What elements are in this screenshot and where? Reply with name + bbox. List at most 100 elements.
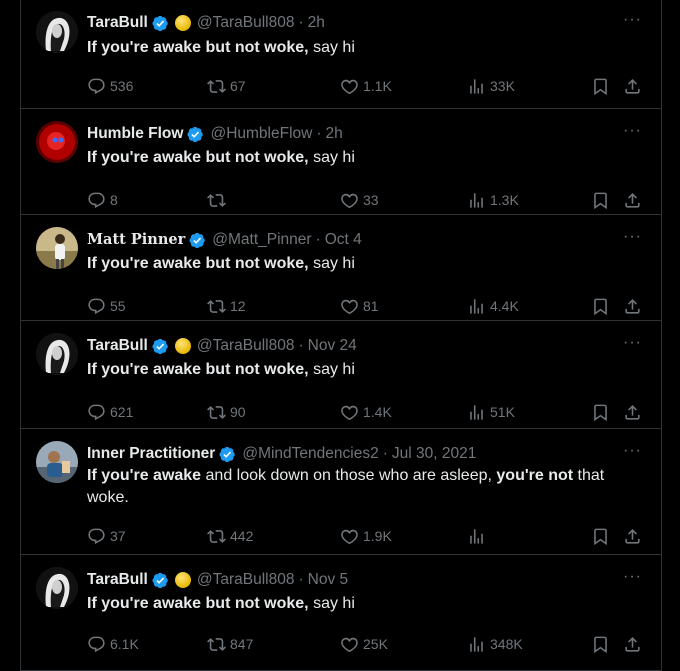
avatar[interactable] (36, 333, 78, 375)
timestamp[interactable]: 2h (308, 13, 325, 33)
bookmark-button[interactable] (591, 295, 610, 317)
more-icon[interactable]: ··· (623, 335, 641, 356)
timestamp[interactable]: Oct 4 (325, 230, 362, 250)
more-icon[interactable]: ··· (623, 229, 641, 250)
tweet[interactable]: Humble Flow @HumbleFlow · 2h ··· If you're aw… (21, 109, 661, 215)
reply-button[interactable]: 6.1K (87, 633, 139, 655)
views-button[interactable] (467, 525, 490, 547)
bookmark-button[interactable] (591, 525, 610, 547)
display-name[interactable]: TaraBull (87, 13, 148, 33)
share-button[interactable] (623, 633, 642, 655)
tweet[interactable]: TaraBull @TaraBull808 · Nov 5 ··· If you're a… (21, 555, 661, 671)
reply-button[interactable]: 536 (87, 75, 133, 97)
retweet-button[interactable]: 90 (207, 401, 246, 423)
timestamp[interactable]: Nov 5 (308, 570, 349, 590)
share-button[interactable] (623, 401, 642, 423)
separator-dot: · (382, 445, 388, 462)
retweet-button[interactable]: 442 (207, 525, 253, 547)
retweet-button[interactable] (207, 189, 230, 211)
avatar[interactable] (36, 11, 78, 53)
avatar[interactable] (36, 441, 78, 483)
share-icon (623, 635, 642, 654)
gold-circle-icon (174, 572, 191, 588)
tweet-text-plain: say hi (308, 39, 355, 56)
like-count: 1.4K (363, 404, 392, 420)
like-button[interactable]: 1.1K (340, 75, 392, 97)
retweet-count: 90 (230, 404, 246, 420)
more-icon[interactable]: ··· (623, 12, 641, 33)
view-count: 348K (490, 636, 523, 652)
retweet-button[interactable]: 67 (207, 75, 246, 97)
like-button[interactable]: 25K (340, 633, 388, 655)
timestamp[interactable]: Jul 30, 2021 (392, 444, 476, 464)
avatar[interactable] (36, 567, 78, 609)
views-button[interactable]: 348K (467, 633, 523, 655)
reply-count: 37 (110, 528, 126, 544)
tweet-header: Matt Pinner @Matt_Pinner · Oct 4 (87, 230, 362, 250)
more-icon[interactable]: ··· (623, 569, 641, 590)
like-button[interactable]: 1.9K (340, 525, 392, 547)
reply-icon (87, 77, 106, 96)
reply-button[interactable]: 55 (87, 295, 126, 317)
user-handle[interactable]: @TaraBull808 (197, 13, 295, 33)
like-button[interactable]: 81 (340, 295, 379, 317)
like-button[interactable]: 1.4K (340, 401, 392, 423)
bookmark-icon (591, 635, 610, 654)
like-icon (340, 297, 359, 316)
views-button[interactable]: 33K (467, 75, 515, 97)
views-icon (467, 77, 486, 96)
bookmark-button[interactable] (591, 189, 610, 211)
view-count: 4.4K (490, 298, 519, 314)
views-button[interactable]: 1.3K (467, 189, 519, 211)
timestamp[interactable]: Nov 24 (308, 336, 357, 356)
like-icon (340, 635, 359, 654)
share-button[interactable] (623, 75, 642, 97)
user-handle[interactable]: @HumbleFlow (210, 124, 312, 144)
bookmark-button[interactable] (591, 75, 610, 97)
display-name[interactable]: TaraBull (87, 570, 148, 590)
display-name[interactable]: Humble Flow (87, 124, 183, 144)
reply-button[interactable]: 621 (87, 401, 133, 423)
tweet[interactable]: Matt Pinner @Matt_Pinner · Oct 4 ··· If you'r… (21, 215, 661, 321)
display-name[interactable]: TaraBull (87, 336, 148, 356)
avatar[interactable] (36, 121, 78, 163)
timestamp[interactable]: 2h (326, 124, 343, 144)
tweet-header: TaraBull @TaraBull808 · 2h (87, 13, 325, 33)
user-handle[interactable]: @Matt_Pinner (212, 230, 311, 250)
views-button[interactable]: 4.4K (467, 295, 519, 317)
tweet[interactable]: TaraBull @TaraBull808 · Nov 24 ··· If you're … (21, 321, 661, 429)
more-icon[interactable]: ··· (623, 123, 641, 144)
avatar[interactable] (36, 227, 78, 269)
verified-badge-icon (152, 338, 169, 355)
tweet-feed: TaraBull @TaraBull808 · 2h ··· If you're awak… (20, 0, 662, 671)
tweet-header: Inner Practitioner @MindTendencies2 · Jul 3… (87, 444, 476, 464)
bookmark-button[interactable] (591, 633, 610, 655)
share-icon (623, 297, 642, 316)
reply-button[interactable]: 37 (87, 525, 126, 547)
user-handle[interactable]: @TaraBull808 (197, 336, 295, 356)
like-icon (340, 191, 359, 210)
user-handle[interactable]: @TaraBull808 (197, 570, 295, 590)
share-button[interactable] (623, 525, 642, 547)
retweet-button[interactable]: 12 (207, 295, 246, 317)
tweet[interactable]: Inner Practitioner @MindTendencies2 · Jul 3… (21, 429, 661, 555)
tweet-header: Humble Flow @HumbleFlow · 2h (87, 124, 343, 144)
like-count: 25K (363, 636, 388, 652)
views-button[interactable]: 51K (467, 401, 515, 423)
retweet-button[interactable]: 847 (207, 633, 253, 655)
reply-button[interactable]: 8 (87, 189, 118, 211)
user-handle[interactable]: @MindTendencies2 (242, 444, 378, 464)
bookmark-button[interactable] (591, 401, 610, 423)
display-name[interactable]: Matt Pinner (87, 230, 185, 250)
share-button[interactable] (623, 189, 642, 211)
bookmark-icon (591, 191, 610, 210)
tweet[interactable]: TaraBull @TaraBull808 · 2h ··· If you're awak… (21, 0, 661, 109)
verified-badge-icon (152, 15, 169, 32)
share-button[interactable] (623, 295, 642, 317)
display-name[interactable]: Inner Practitioner (87, 444, 215, 464)
like-button[interactable]: 33 (340, 189, 379, 211)
like-count: 81 (363, 298, 379, 314)
tweet-text-bold: If you're awake but not woke, (87, 361, 309, 378)
tweet-text-bold: If you're awake but not woke, (87, 149, 309, 166)
more-icon[interactable]: ··· (623, 443, 641, 464)
